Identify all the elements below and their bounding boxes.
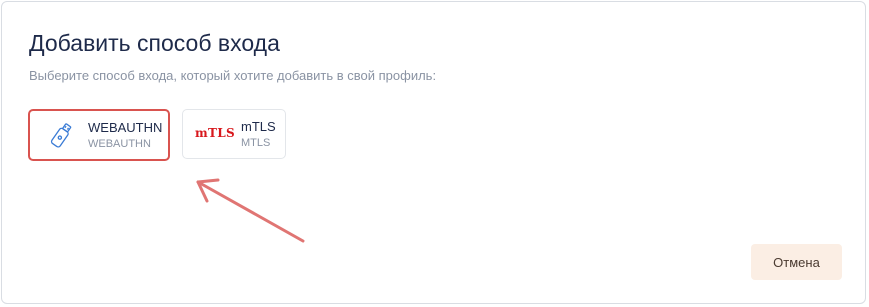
method-card-webauthn[interactable]: WEBAUTHN WEBAUTHN [28, 109, 170, 161]
dialog-title: Добавить способ входа [29, 30, 280, 56]
annotation-arrow [196, 178, 305, 243]
method-card-mtls[interactable]: mTLS mTLS MTLS [182, 109, 286, 159]
method-name: mTLS [241, 119, 276, 134]
method-type: WEBAUTHN [88, 138, 151, 150]
add-login-method-dialog: Добавить способ входа Выберите способ вх… [1, 1, 866, 304]
mtls-logo-icon: mTLS [195, 126, 235, 140]
method-name: WEBAUTHN [88, 120, 163, 135]
usb-key-icon [50, 123, 72, 148]
method-type: MTLS [241, 137, 271, 149]
cancel-button[interactable]: Отмена [751, 244, 842, 280]
dialog-subtitle: Выберите способ входа, который хотите до… [29, 68, 437, 83]
